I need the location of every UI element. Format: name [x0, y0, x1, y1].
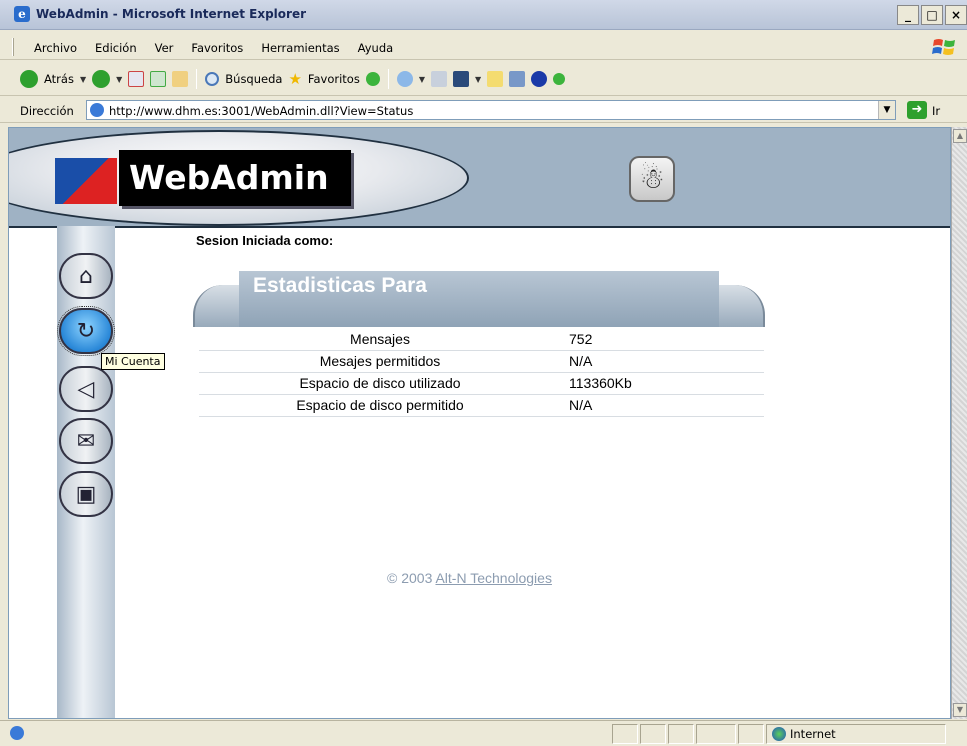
windows-logo-icon: [932, 39, 955, 55]
table-row: Mensajes 752: [199, 328, 764, 351]
menu-ver[interactable]: Ver: [155, 41, 174, 55]
account-icon[interactable]: ↻: [57, 306, 115, 356]
copyright-text: © 2003: [387, 570, 436, 586]
forward-dropdown-icon[interactable]: ▼: [116, 75, 122, 84]
toolbar-grip[interactable]: [12, 38, 14, 56]
mail-routing-icon[interactable]: ✉: [59, 418, 113, 464]
address-label: Dirección: [20, 104, 74, 118]
page-status-icon: [10, 726, 24, 740]
menu-archivo[interactable]: Archivo: [34, 41, 77, 55]
stat-value: 752: [561, 328, 764, 351]
menu-edicion[interactable]: Edición: [95, 41, 137, 55]
table-row: Mesajes permitidos N/A: [199, 350, 764, 373]
header-banner: WebAdmin ☃: [9, 128, 950, 228]
search-button-label[interactable]: Búsqueda: [225, 72, 282, 86]
tools-logo-icon: [55, 158, 117, 204]
address-dropdown-icon[interactable]: ▼: [878, 101, 895, 119]
print-icon[interactable]: [430, 71, 447, 87]
logo-text: WebAdmin: [119, 150, 351, 206]
user-figure-icon[interactable]: ☃: [629, 156, 675, 202]
minimize-button[interactable]: _: [897, 5, 919, 25]
home-icon[interactable]: ⌂: [59, 253, 113, 299]
status-panel: [668, 724, 694, 744]
session-label: Sesion Iniciada como:: [196, 233, 334, 248]
edit-dropdown-icon[interactable]: ▼: [475, 75, 481, 84]
table-row: Espacio de disco permitido N/A: [199, 394, 764, 417]
bluetooth-icon[interactable]: [531, 71, 548, 87]
page-viewport: WebAdmin ☃ ⌂ ↻ ◁ ✉ ▣ Mi Cuenta Sesion In…: [8, 127, 951, 719]
webadmin-logo: WebAdmin: [55, 150, 351, 206]
refresh-icon[interactable]: [150, 71, 167, 87]
messenger-icon[interactable]: [553, 73, 566, 85]
window-title: WebAdmin - Microsoft Internet Explorer: [36, 7, 307, 21]
discuss-icon[interactable]: [487, 71, 504, 87]
title-bar: e WebAdmin - Microsoft Internet Explorer…: [0, 0, 967, 30]
close-button[interactable]: ×: [945, 5, 967, 25]
maximize-button[interactable]: □: [921, 5, 943, 25]
status-panel: [612, 724, 638, 744]
stat-label: Mensajes: [199, 328, 561, 351]
internet-globe-icon: [772, 727, 786, 741]
research-icon[interactable]: [509, 71, 526, 87]
footer: © 2003 Alt-N Technologies: [387, 570, 552, 586]
menu-herramientas[interactable]: Herramientas: [261, 41, 339, 55]
go-arrow-icon[interactable]: ➜: [907, 101, 927, 119]
edit-icon[interactable]: [452, 71, 469, 87]
toolbar-separator: [387, 69, 389, 89]
window-controls: _ □ ×: [897, 5, 967, 25]
mail-dropdown-icon[interactable]: ▼: [419, 75, 425, 84]
stat-label: Espacio de disco permitido: [199, 394, 561, 417]
table-row: Espacio de disco utilizado 113360Kb: [199, 372, 764, 395]
scroll-up-icon[interactable]: ▲: [953, 129, 967, 143]
history-icon[interactable]: [365, 72, 380, 86]
address-input[interactable]: http://www.dhm.es:3001/WebAdmin.dll?View…: [86, 100, 896, 120]
scroll-down-icon[interactable]: ▼: [953, 703, 967, 717]
address-url[interactable]: http://www.dhm.es:3001/WebAdmin.dll?View…: [109, 104, 413, 118]
stop-icon[interactable]: [128, 71, 145, 87]
alt-n-link[interactable]: Alt-N Technologies: [435, 570, 551, 586]
menu-ayuda[interactable]: Ayuda: [358, 41, 394, 55]
filter-icon[interactable]: ◁: [59, 366, 113, 412]
favorites-button-label[interactable]: Favoritos: [308, 72, 360, 86]
menu-bar: Archivo Edición Ver Favoritos Herramient…: [0, 34, 967, 60]
stats-title: Estadisticas Para: [253, 274, 427, 297]
screen-icon[interactable]: ▣: [59, 471, 113, 517]
back-button-label[interactable]: Atrás: [44, 72, 74, 86]
stat-label: Mesajes permitidos: [199, 350, 561, 373]
header-curve-right: [719, 285, 765, 327]
home-toolbar-icon[interactable]: [172, 71, 189, 87]
search-icon[interactable]: [205, 72, 220, 86]
stat-label: Espacio de disco utilizado: [199, 372, 561, 395]
go-button-label[interactable]: Ir: [932, 104, 940, 118]
address-bar: Dirección http://www.dhm.es:3001/WebAdmi…: [0, 97, 967, 123]
status-panel: [696, 724, 736, 744]
stat-value: N/A: [561, 394, 764, 417]
mail-icon[interactable]: [396, 71, 413, 87]
stats-table: Mensajes 752 Mesajes permitidos N/A Espa…: [199, 328, 764, 417]
zone-label: Internet: [790, 727, 836, 741]
vertical-scrollbar[interactable]: ▲ ▼: [951, 127, 967, 719]
header-curve-left: [193, 285, 239, 327]
stats-header: Estadisticas Para: [193, 271, 765, 327]
forward-arrow-icon[interactable]: [92, 70, 111, 88]
page-icon: [90, 103, 104, 117]
security-zone: Internet: [772, 727, 836, 741]
menu-favoritos[interactable]: Favoritos: [191, 41, 243, 55]
standard-toolbar: Atrás ▼ ▼ Búsqueda ★ Favoritos ▼ ▼: [0, 62, 967, 96]
back-dropdown-icon[interactable]: ▼: [80, 75, 86, 84]
status-panel: [738, 724, 764, 744]
stat-value: 113360Kb: [561, 372, 764, 395]
status-panel: [640, 724, 666, 744]
back-arrow-icon[interactable]: [20, 70, 38, 88]
stat-value: N/A: [561, 350, 764, 373]
ie-logo-icon: e: [14, 6, 30, 22]
favorites-star-icon[interactable]: ★: [288, 70, 301, 88]
tooltip: Mi Cuenta: [101, 353, 165, 370]
toolbar-separator: [196, 69, 198, 89]
status-bar: Internet: [0, 720, 967, 746]
